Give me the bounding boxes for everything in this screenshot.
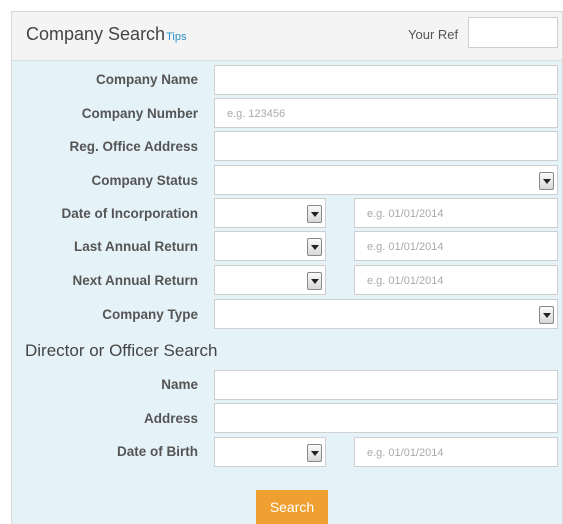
date-of-incorporation-label: Date of Incorporation (61, 206, 198, 221)
chevron-down-icon (307, 238, 322, 256)
chevron-down-icon (307, 444, 322, 462)
last-annual-return-select[interactable] (214, 231, 326, 261)
date-of-birth-input[interactable]: e.g. 01/01/2014 (354, 437, 558, 467)
company-name-label: Company Name (95, 72, 198, 87)
last-annual-return-input[interactable]: e.g. 01/01/2014 (354, 231, 558, 261)
chevron-down-icon (307, 272, 322, 290)
next-annual-return-input[interactable]: e.g. 01/01/2014 (354, 265, 558, 295)
reg-office-address-label: Reg. Office Address (69, 139, 198, 154)
director-address-label: Address (143, 411, 198, 426)
company-status-label: Company Status (91, 173, 198, 188)
company-number-input[interactable]: e.g. 123456 (214, 98, 558, 128)
company-name-input[interactable] (214, 65, 558, 95)
next-annual-return-label: Next Annual Return (72, 273, 198, 288)
date-of-incorporation-input[interactable]: e.g. 01/01/2014 (354, 198, 558, 228)
company-type-label: Company Type (102, 307, 198, 322)
company-number-label: Company Number (81, 106, 198, 121)
chevron-down-icon (539, 172, 554, 190)
company-type-select[interactable] (214, 299, 558, 329)
director-address-input[interactable] (214, 403, 558, 433)
date-of-birth-select[interactable] (214, 437, 326, 467)
form-area: Company Name Company Number e.g. 123456 … (0, 0, 563, 524)
chevron-down-icon (539, 306, 554, 324)
director-name-label: Name (161, 377, 198, 392)
date-of-incorporation-select[interactable] (214, 198, 326, 228)
company-status-select[interactable] (214, 165, 558, 195)
chevron-down-icon (307, 205, 322, 223)
director-section-title: Director or Officer Search (25, 341, 218, 360)
date-of-birth-label: Date of Birth (117, 444, 198, 459)
reg-office-address-input[interactable] (214, 131, 558, 161)
search-button[interactable]: Search (256, 490, 328, 524)
next-annual-return-select[interactable] (214, 265, 326, 295)
director-name-input[interactable] (214, 370, 558, 400)
last-annual-return-label: Last Annual Return (73, 239, 198, 254)
